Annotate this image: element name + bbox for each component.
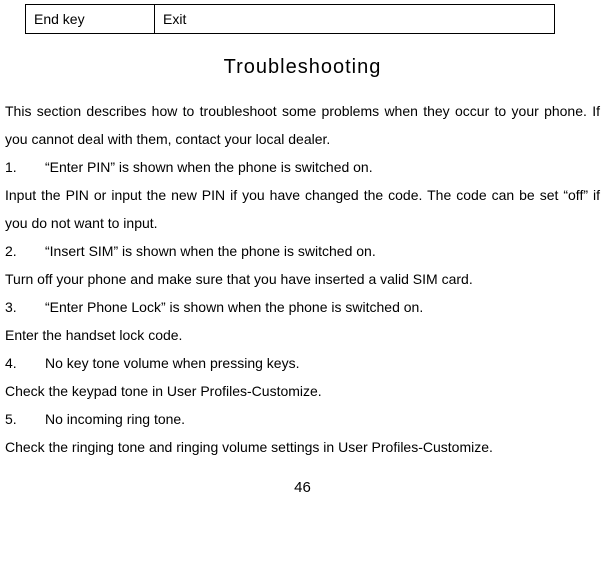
list-answer: Enter the handset lock code.	[5, 321, 600, 349]
list-number: 1.	[5, 153, 45, 181]
list-number: 3.	[5, 293, 45, 321]
list-item: 3. “Enter Phone Lock” is shown when the …	[5, 293, 600, 321]
list-question: No key tone volume when pressing keys.	[45, 349, 299, 377]
list-item: 2. “Insert SIM” is shown when the phone …	[5, 237, 600, 265]
list-answer: Check the ringing tone and ringing volum…	[5, 433, 600, 461]
list-item: 1. “Enter PIN” is shown when the phone i…	[5, 153, 600, 181]
list-question: “Insert SIM” is shown when the phone is …	[45, 237, 376, 265]
list-item: 4. No key tone volume when pressing keys…	[5, 349, 600, 377]
key-table: End key Exit	[25, 4, 555, 34]
list-answer: Input the PIN or input the new PIN if yo…	[5, 181, 600, 237]
key-name-cell: End key	[26, 5, 155, 34]
page-number: 46	[5, 479, 600, 496]
list-question: “Enter PIN” is shown when the phone is s…	[45, 153, 373, 181]
list-number: 4.	[5, 349, 45, 377]
key-action-cell: Exit	[155, 5, 555, 34]
page-title: Troubleshooting	[5, 56, 600, 79]
list-answer: Check the keypad tone in User Profiles-C…	[5, 377, 600, 405]
list-question: “Enter Phone Lock” is shown when the pho…	[45, 293, 423, 321]
list-item: 5. No incoming ring tone.	[5, 405, 600, 433]
list-question: No incoming ring tone.	[45, 405, 185, 433]
table-row: End key Exit	[26, 5, 555, 34]
list-number: 2.	[5, 237, 45, 265]
list-answer: Turn off your phone and make sure that y…	[5, 265, 600, 293]
list-number: 5.	[5, 405, 45, 433]
intro-paragraph: This section describes how to troublesho…	[5, 97, 600, 153]
